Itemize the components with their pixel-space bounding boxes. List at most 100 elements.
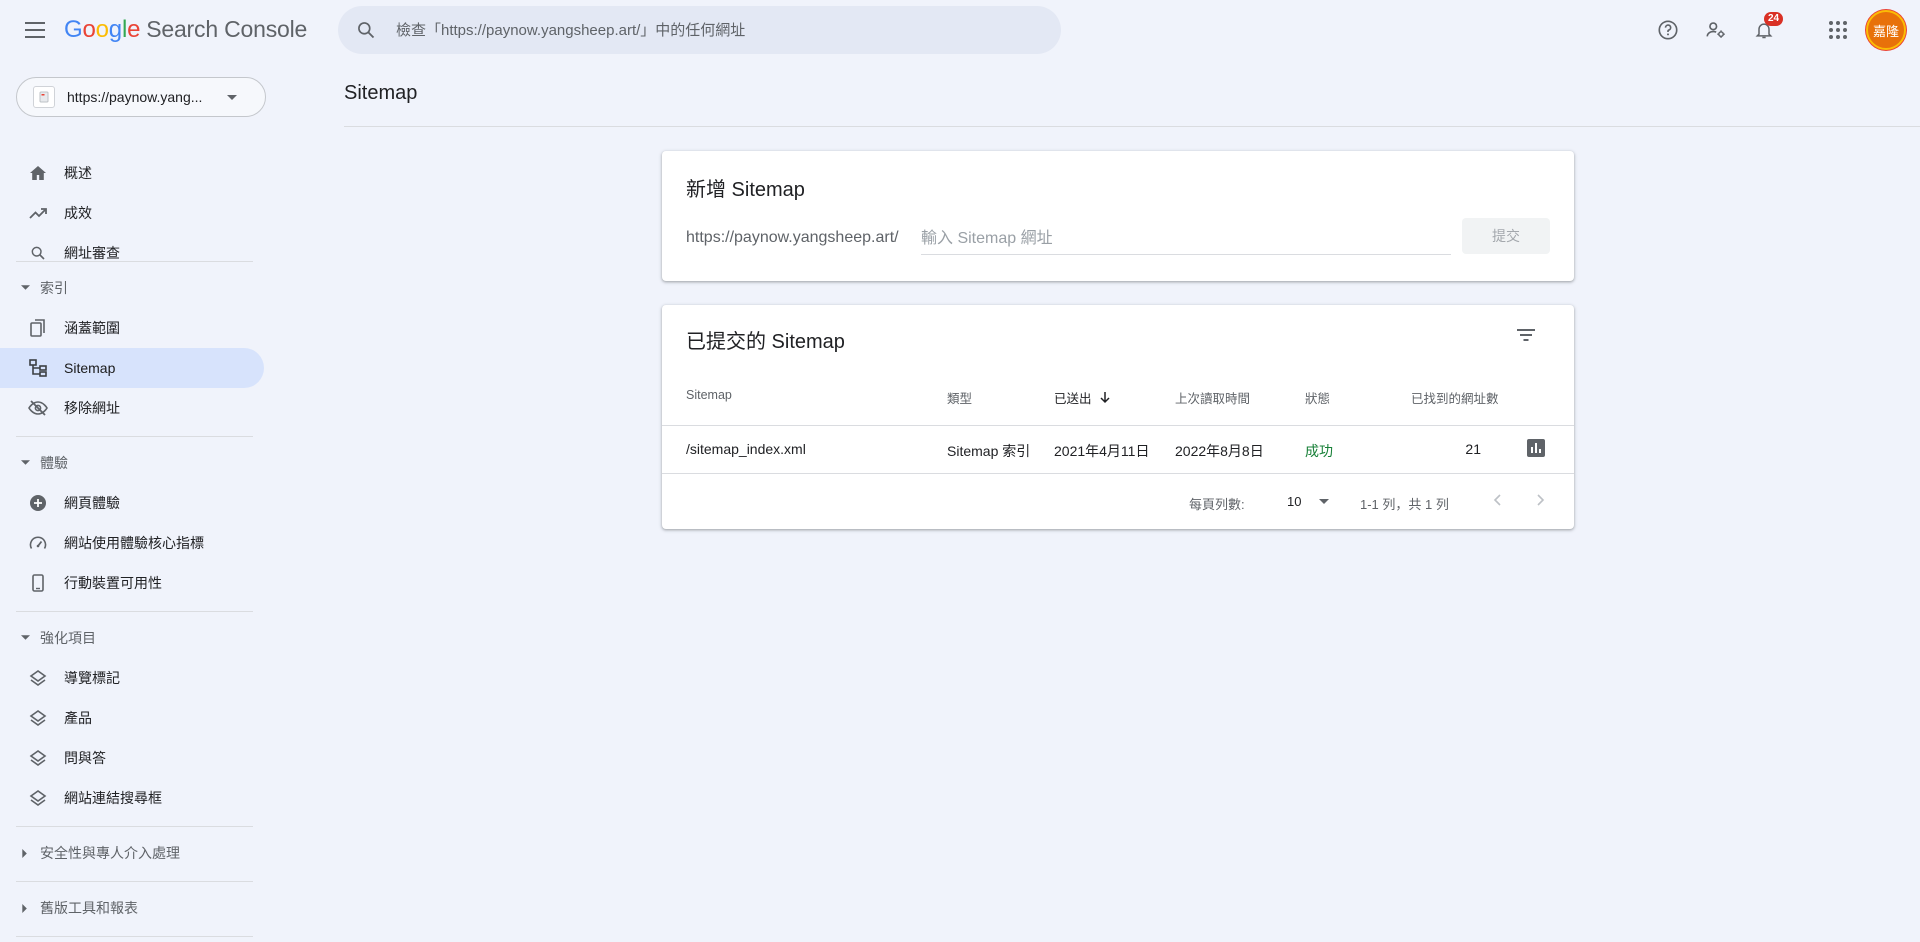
table-row[interactable]: /sitemap_index.xml Sitemap 索引 2021年4月11日… bbox=[662, 426, 1574, 473]
property-favicon-icon bbox=[33, 86, 55, 108]
hamburger-menu-icon bbox=[25, 22, 45, 38]
layers-icon bbox=[28, 668, 48, 688]
rows-per-page-label: 每頁列數: bbox=[1189, 497, 1245, 512]
sidebar-item-performance[interactable]: 成效 bbox=[0, 193, 264, 233]
section-label: 索引 bbox=[40, 280, 68, 296]
sidebar-item-breadcrumbs[interactable]: 導覽標記 bbox=[0, 658, 264, 698]
home-icon bbox=[28, 163, 48, 183]
section-label: 體驗 bbox=[40, 455, 68, 471]
sidebar-item-qa[interactable]: 問與答 bbox=[0, 738, 264, 778]
chevron-right-icon bbox=[1537, 494, 1545, 506]
notifications-button[interactable]: 24 bbox=[1748, 12, 1784, 46]
previous-page-button[interactable] bbox=[1483, 486, 1511, 514]
layers-icon bbox=[28, 748, 48, 768]
sidebar-item-core-web-vitals[interactable]: 網站使用體驗核心指標 bbox=[0, 523, 264, 563]
sidebar-divider bbox=[16, 611, 253, 612]
sidebar-divider bbox=[16, 826, 253, 827]
sitemap-url-prefix: https://paynow.yangsheep.art/ bbox=[686, 229, 899, 246]
search-icon bbox=[28, 243, 48, 263]
sidebar-divider bbox=[16, 936, 253, 937]
arrow-down-icon bbox=[1099, 391, 1110, 404]
section-legacy-tools-header[interactable]: 舊版工具和報表 bbox=[0, 892, 264, 924]
property-label: https://paynow.yang... bbox=[67, 89, 203, 105]
column-header-type[interactable]: 類型 bbox=[947, 388, 972, 407]
section-label: 舊版工具和報表 bbox=[40, 900, 138, 916]
filter-button[interactable] bbox=[1510, 319, 1542, 351]
sidebar-item-coverage[interactable]: 涵蓋範圍 bbox=[0, 308, 264, 348]
layers-icon bbox=[28, 708, 48, 728]
sidebar-item-label: 網頁體驗 bbox=[64, 495, 120, 511]
next-page-button[interactable] bbox=[1527, 486, 1555, 514]
url-inspection-input[interactable] bbox=[396, 21, 1036, 39]
rows-per-page-value: 10 bbox=[1287, 493, 1302, 509]
url-inspection-search-bar[interactable] bbox=[338, 6, 1061, 54]
section-experience-header[interactable]: 體驗 bbox=[0, 447, 264, 479]
sidebar-item-overview[interactable]: 概述 bbox=[0, 153, 264, 193]
logo-letter: g bbox=[108, 16, 122, 43]
phone-icon bbox=[28, 573, 48, 593]
column-header-sitemap[interactable]: Sitemap bbox=[686, 388, 732, 402]
sidebar-item-sitemap[interactable]: Sitemap bbox=[0, 348, 264, 388]
sidebar: https://paynow.yang... 概述 成效 網址審查 索引 涵蓋範… bbox=[0, 62, 280, 942]
submit-button[interactable]: 提交 bbox=[1462, 218, 1550, 254]
column-header-urls-found[interactable]: 已找到的網址數 bbox=[1411, 388, 1499, 407]
sidebar-item-products[interactable]: 產品 bbox=[0, 698, 264, 738]
column-header-label: 已送出 bbox=[1054, 392, 1092, 406]
logo-letter: e bbox=[127, 16, 141, 43]
cell-urls-found: 21 bbox=[1465, 441, 1481, 457]
apps-grid-icon bbox=[1829, 21, 1847, 39]
layers-icon bbox=[28, 788, 48, 808]
sidebar-item-url-inspection[interactable]: 網址審查 bbox=[0, 233, 264, 273]
caret-right-icon bbox=[20, 848, 30, 858]
column-header-submitted[interactable]: 已送出 bbox=[1054, 388, 1110, 407]
notification-count-badge: 24 bbox=[1764, 12, 1784, 26]
google-search-console-logo[interactable]: Google Search Console bbox=[64, 16, 307, 44]
sidebar-item-removals[interactable]: 移除網址 bbox=[0, 388, 264, 428]
sidebar-item-label: 網站連結搜尋框 bbox=[64, 790, 162, 806]
product-name: Search Console bbox=[146, 16, 308, 42]
caret-right-icon bbox=[20, 903, 30, 913]
top-bar: Google Search Console 24 嘉隆 bbox=[0, 0, 1920, 62]
rows-per-page-select[interactable]: 10 bbox=[1281, 486, 1335, 516]
sitemap-url-input[interactable] bbox=[921, 223, 1451, 255]
search-icon[interactable] bbox=[354, 18, 378, 42]
filter-list-icon bbox=[1517, 329, 1535, 341]
help-button[interactable] bbox=[1652, 14, 1684, 46]
section-index-header[interactable]: 索引 bbox=[0, 272, 264, 304]
sidebar-item-sitelinks-searchbox[interactable]: 網站連結搜尋框 bbox=[0, 778, 264, 818]
table-pagination: 每頁列數: 10 1-1 列，共 1 列 bbox=[662, 474, 1574, 529]
page-title: Sitemap bbox=[344, 82, 418, 104]
sidebar-item-label: 產品 bbox=[64, 710, 92, 726]
cell-status: 成功 bbox=[1305, 443, 1333, 459]
sidebar-item-page-experience[interactable]: 網頁體驗 bbox=[0, 483, 264, 523]
section-security-header[interactable]: 安全性與專人介入處理 bbox=[0, 837, 264, 869]
pagination-range: 1-1 列，共 1 列 bbox=[1360, 497, 1449, 512]
caret-down-icon bbox=[20, 458, 30, 468]
sidebar-divider bbox=[16, 436, 253, 437]
sidebar-item-label: 行動裝置可用性 bbox=[64, 575, 162, 591]
manage-users-button[interactable] bbox=[1700, 14, 1732, 46]
section-enhancements-header[interactable]: 強化項目 bbox=[0, 622, 264, 654]
dropdown-caret-icon bbox=[227, 88, 237, 106]
cell-sitemap: /sitemap_index.xml bbox=[686, 441, 806, 457]
sidebar-item-label: 移除網址 bbox=[64, 400, 120, 416]
google-apps-button[interactable] bbox=[1822, 14, 1854, 46]
property-selector[interactable]: https://paynow.yang... bbox=[16, 77, 266, 117]
main-menu-button[interactable] bbox=[20, 14, 52, 46]
column-header-status[interactable]: 狀態 bbox=[1305, 388, 1330, 407]
add-circle-icon bbox=[28, 493, 48, 513]
column-header-last-read[interactable]: 上次讀取時間 bbox=[1175, 388, 1250, 407]
sidebar-item-mobile-usability[interactable]: 行動裝置可用性 bbox=[0, 563, 264, 603]
sidebar-item-label: 網址審查 bbox=[64, 245, 120, 261]
bar-chart-icon[interactable] bbox=[1527, 439, 1547, 459]
trending-up-icon bbox=[28, 203, 48, 223]
logo-letter: G bbox=[64, 16, 83, 43]
sidebar-item-label: Sitemap bbox=[64, 360, 116, 376]
add-sitemap-title: 新增 Sitemap bbox=[686, 179, 805, 201]
account-avatar[interactable]: 嘉隆 bbox=[1866, 10, 1906, 50]
dropdown-caret-icon bbox=[1319, 492, 1330, 510]
caret-down-icon bbox=[20, 283, 30, 293]
logo-letter: o bbox=[95, 16, 109, 43]
cell-last-read: 2022年8月8日 bbox=[1175, 443, 1264, 459]
copy-pages-icon bbox=[28, 318, 48, 338]
